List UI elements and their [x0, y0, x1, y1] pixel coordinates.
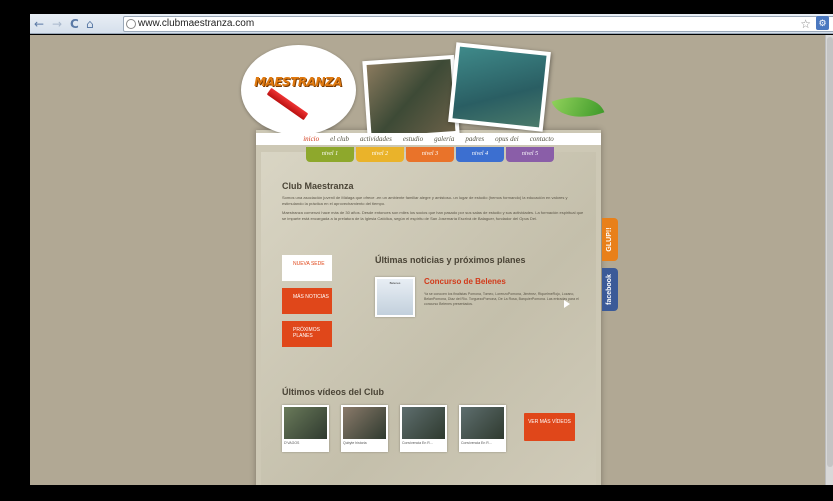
club-intro: Somos una asociación juvenil de Málaga q…: [282, 195, 587, 225]
side-button[interactable]: MÁS NOTICIAS: [282, 288, 332, 314]
back-icon[interactable]: ←: [34, 16, 44, 32]
header-photo-snorkel: [448, 42, 551, 132]
side-button[interactable]: PRÓXIMOS PLANES: [282, 321, 332, 347]
site-logo[interactable]: MAESTRANZA: [248, 75, 348, 89]
video-image: [343, 407, 386, 439]
news-headline[interactable]: Concurso de Belenes: [424, 277, 506, 286]
menu-item[interactable]: estudio: [403, 133, 423, 145]
video-thumbnail[interactable]: D'VAGOS: [282, 405, 329, 452]
news-body: Ya se conocen los finalistas Pomona, Tom…: [424, 292, 579, 306]
glup-label: GLUP!!: [606, 227, 613, 252]
home-icon[interactable]: ⌂: [86, 16, 94, 32]
reload-icon[interactable]: C: [70, 16, 79, 32]
next-arrow-icon[interactable]: [564, 300, 570, 308]
web-page: MAESTRANZA inicio el club actividades estud…: [30, 35, 825, 485]
address-bar[interactable]: www.clubmaestranza.com: [123, 16, 833, 32]
level-tabs: nivel 1 nivel 2 nivel 3 nivel 4 nivel 5: [306, 147, 554, 162]
bookmark-star-icon[interactable]: ☆: [800, 16, 811, 32]
videos-title: Últimos vídeos del Club: [282, 387, 385, 397]
level-tab[interactable]: nivel 1: [306, 147, 354, 162]
screen: ← → C ⌂ www.clubmaestranza.com ☆ ⚙ MAEST…: [0, 0, 833, 501]
video-image: [402, 407, 445, 439]
club-title: Club Maestranza: [282, 181, 354, 191]
wrench-icon[interactable]: ⚙: [816, 16, 829, 30]
globe-icon: [126, 19, 136, 29]
level-tab[interactable]: nivel 3: [406, 147, 454, 162]
menu-item[interactable]: actividades: [360, 133, 392, 145]
header-photo-classroom: [362, 54, 460, 142]
video-caption: Qubyte historia: [343, 441, 367, 445]
facebook-tab[interactable]: facebook: [602, 268, 618, 311]
url-text: www.clubmaestranza.com: [138, 18, 255, 29]
intro-paragraph: Maestranza comenzó hace más de 30 años. …: [282, 210, 584, 221]
intro-paragraph: Somos una asociación juvenil de Málaga q…: [282, 195, 568, 206]
vertical-scrollbar[interactable]: [825, 35, 833, 485]
menu-item[interactable]: contacto: [530, 133, 554, 145]
menu-item[interactable]: inicio: [303, 133, 319, 145]
glup-tab[interactable]: GLUP!!: [602, 218, 618, 261]
video-caption: Convivencia En R...: [402, 441, 433, 445]
video-caption: Convivencia En R...: [461, 441, 492, 445]
logo-bubble[interactable]: [241, 45, 356, 135]
facebook-label: facebook: [606, 274, 613, 305]
menu-item[interactable]: opus dei: [495, 133, 519, 145]
level-tab[interactable]: nivel 5: [506, 147, 554, 162]
side-button[interactable]: NUEVA SEDE: [282, 255, 332, 281]
video-thumbnail[interactable]: Convivencia En R...: [459, 405, 506, 452]
video-thumbnail[interactable]: Qubyte historia: [341, 405, 388, 452]
menu-item[interactable]: galería: [434, 133, 454, 145]
leaf-icon: [551, 85, 605, 129]
menu-item[interactable]: padres: [465, 133, 484, 145]
menu-item[interactable]: el club: [330, 133, 349, 145]
news-thumb-caption: Belenes: [377, 279, 413, 315]
more-videos-button[interactable]: VER MÁS VÍDEOS: [524, 413, 575, 441]
main-menu: inicio el club actividades estudio galería pa…: [256, 133, 601, 145]
scroll-thumb[interactable]: [827, 37, 833, 467]
forward-icon[interactable]: →: [52, 16, 62, 32]
level-tab[interactable]: nivel 2: [356, 147, 404, 162]
video-caption: D'VAGOS: [284, 441, 300, 445]
level-tab[interactable]: nivel 4: [456, 147, 504, 162]
video-image: [461, 407, 504, 439]
news-thumbnail[interactable]: Belenes: [375, 277, 415, 317]
news-title: Últimas noticias y próximos planes: [375, 255, 526, 265]
video-thumbnail[interactable]: Convivencia En R...: [400, 405, 447, 452]
browser-toolbar: ← → C ⌂ www.clubmaestranza.com ☆ ⚙: [30, 14, 833, 34]
video-image: [284, 407, 327, 439]
